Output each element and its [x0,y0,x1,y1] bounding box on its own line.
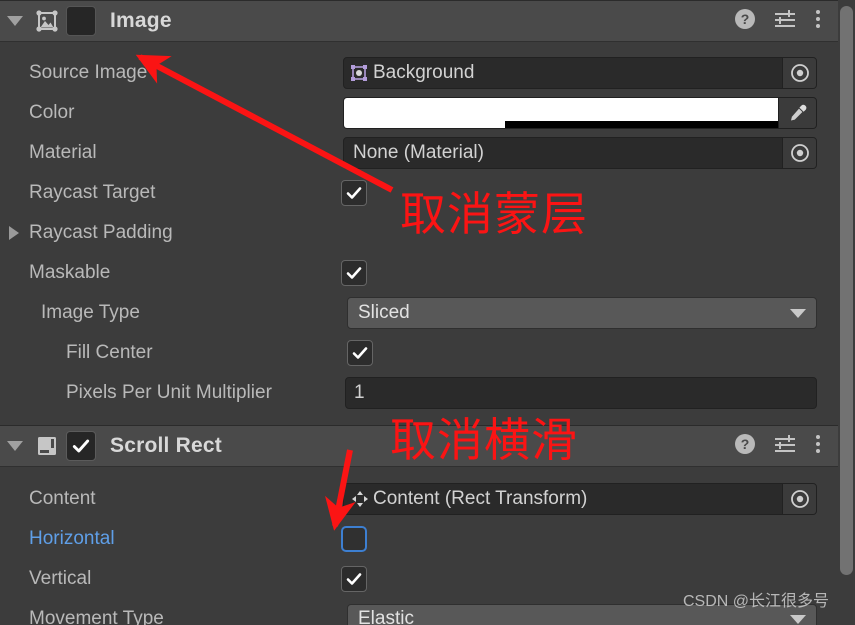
property-label-content: Content [29,488,96,509]
object-picker-icon[interactable] [782,484,816,514]
help-icon[interactable]: ? [734,8,756,35]
property-label-raycast-target: Raycast Target [29,182,156,203]
more-menu-icon[interactable] [814,8,822,35]
checkbox-maskable[interactable] [341,260,367,286]
dropdown-image-type[interactable]: Sliced [347,297,817,329]
chevron-down-icon [7,441,23,451]
component-header-image[interactable]: Image ? [0,0,838,42]
dropdown-value-image-type: Sliced [358,302,410,323]
annotation-text-cancel-horizontal-scroll: 取消横滑 [390,413,578,467]
help-icon[interactable]: ? [734,433,756,460]
check-icon [346,267,362,279]
property-label-vertical: Vertical [29,568,92,589]
image-component-icon [30,8,64,34]
property-row-color: Color [0,93,838,133]
svg-text:?: ? [741,436,750,452]
scroll-rect-component-icon [30,433,64,459]
component-title-scroll-rect: Scroll Rect [110,434,222,457]
preset-icon[interactable] [773,8,797,35]
color-swatch[interactable] [344,98,778,128]
component-toolbar-scroll-rect: ? [734,433,838,460]
svg-text:?: ? [741,11,750,27]
check-icon [72,439,90,453]
object-field-value-material: None (Material) [353,142,484,163]
checkbox-raycast-target[interactable] [341,180,367,206]
sprite-icon [349,63,369,83]
foldout-toggle-scroll-rect[interactable] [0,425,30,467]
chevron-right-icon[interactable] [9,226,19,240]
component-title-image: Image [110,9,172,32]
more-menu-icon[interactable] [814,433,822,460]
property-row-content: Content Content (Rect Transform) [0,479,838,519]
annotation-text-cancel-mask: 取消蒙层 [400,187,588,241]
checkbox-fill-center[interactable] [347,340,373,366]
property-row-material: Material None (Material) [0,133,838,173]
chevron-down-icon [790,308,806,318]
property-row-source-image: Source Image Background [0,53,838,93]
watermark: CSDN @长江很多号 [682,593,829,610]
property-label-horizontal: Horizontal [29,528,115,549]
vertical-scrollbar-thumb[interactable] [840,6,853,575]
object-picker-icon[interactable] [782,58,816,88]
color-field-color[interactable] [343,97,817,129]
property-label-source-image: Source Image [29,62,148,83]
checkbox-vertical[interactable] [341,566,367,592]
chevron-down-icon [7,16,23,26]
property-label-fill-center: Fill Center [66,342,153,363]
image-preview-swatch[interactable] [66,6,96,36]
checkbox-horizontal[interactable] [341,526,367,552]
property-row-image-type: Image Type Sliced [0,293,838,333]
property-row-fill-center: Fill Center [0,333,838,373]
property-row-horizontal: Horizontal [0,519,838,559]
chevron-down-icon [790,614,806,624]
color-alpha-bar [344,121,778,128]
property-label-movement-type: Movement Type [29,608,164,625]
component-toolbar-image: ? [734,8,838,35]
eyedropper-icon[interactable] [778,98,816,128]
property-row-maskable: Maskable [0,253,838,293]
property-label-color: Color [29,102,75,123]
object-field-content[interactable]: Content (Rect Transform) [343,483,817,515]
property-label-material: Material [29,142,97,163]
object-picker-icon[interactable] [782,138,816,168]
check-icon [346,187,362,199]
foldout-toggle-image[interactable] [0,0,30,42]
property-label-raycast-padding: Raycast Padding [29,222,173,243]
property-label-maskable: Maskable [29,262,111,283]
vertical-scrollbar-track[interactable] [838,0,855,625]
check-icon [352,347,368,359]
object-field-value-source-image: Background [373,62,475,83]
dropdown-value-movement-type: Elastic [358,608,414,625]
check-icon [346,573,362,585]
unity-inspector-panel: Image ? Source Image Background Color Ma… [0,0,855,625]
rect-transform-icon [351,490,369,508]
preset-icon[interactable] [773,433,797,460]
property-label-pixels-per-unit-multiplier: Pixels Per Unit Multiplier [66,382,272,403]
object-field-value-content: Content (Rect Transform) [373,488,588,509]
color-alpha-fill [344,121,505,128]
object-field-source-image[interactable]: Background [343,57,817,89]
checkbox-scroll-rect-enabled[interactable] [66,431,96,461]
number-field-value: 1 [354,382,365,403]
object-field-material[interactable]: None (Material) [343,137,817,169]
property-label-image-type: Image Type [41,302,140,323]
